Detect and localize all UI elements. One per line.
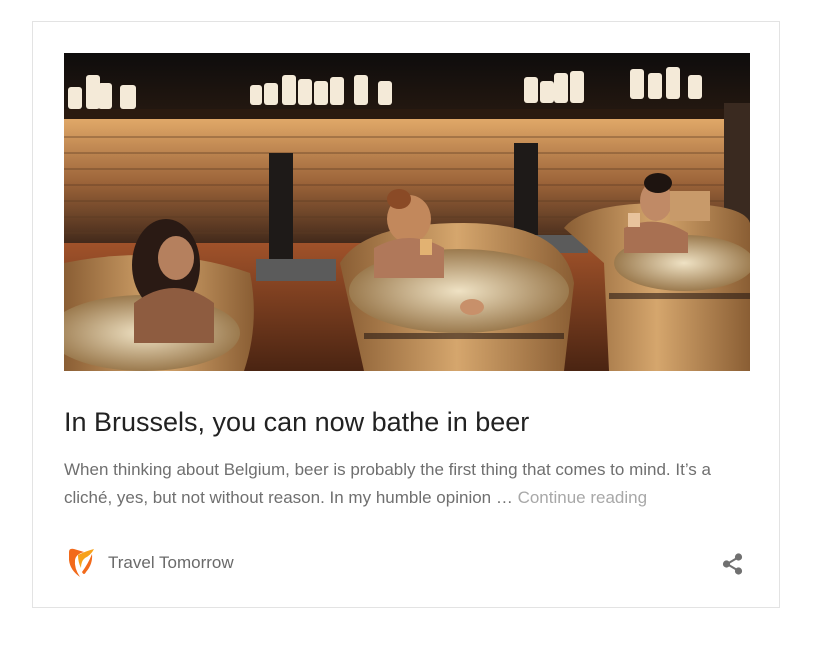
share-button[interactable] [721,552,745,576]
article-title[interactable]: In Brussels, you can now bathe in beer [64,405,750,439]
source-name: Travel Tomorrow [108,553,234,572]
article-image[interactable] [64,53,750,371]
beer-spa-photo [64,53,750,371]
article-card: In Brussels, you can now bathe in beer W… [32,21,780,608]
continue-reading-link[interactable]: Continue reading [518,488,647,507]
article-excerpt: When thinking about Belgium, beer is pro… [64,456,754,512]
travel-tomorrow-logo-icon [69,548,94,577]
share-icon [722,553,743,575]
source-link[interactable]: Travel Tomorrow [66,546,234,580]
